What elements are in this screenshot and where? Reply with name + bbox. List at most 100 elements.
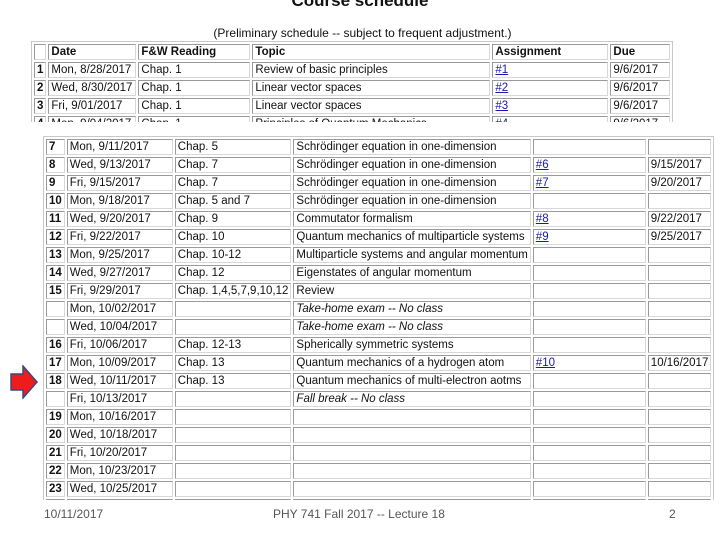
footer-page-number: 2 [669, 507, 676, 521]
table-row: 21 Fri, 10/20/2017 [46, 445, 712, 461]
row-due [647, 409, 712, 425]
row-topic: Commutator formalism [293, 211, 531, 227]
table-row: 12 Fri, 9/22/2017 Chap. 10 Quantum mechanic… [46, 229, 712, 245]
row-number: 1 [34, 62, 47, 78]
row-reading: Chap. 9 [174, 211, 292, 227]
row-date: Mon, 9/11/2017 [66, 139, 173, 155]
row-assignment [532, 373, 646, 389]
row-reading: Chap. 1 [138, 62, 251, 78]
row-date: Fri, 10/27/2017 [66, 499, 173, 500]
row-topic: Eigenstates of angular momentum [293, 265, 531, 281]
row-reading: Chap. 7 [174, 175, 292, 191]
row-number: 13 [46, 247, 65, 263]
row-assignment [532, 319, 646, 335]
row-number [46, 319, 65, 335]
row-due [647, 283, 712, 299]
footer-date: 10/11/2017 [44, 507, 104, 521]
row-topic: Linear vector spaces [252, 98, 491, 114]
row-topic: Multiparticle systems and angular moment… [293, 247, 531, 263]
row-due [647, 427, 712, 443]
row-due [647, 193, 712, 209]
row-due: 9/20/2017 [647, 175, 712, 191]
assignment-link[interactable]: #4 [495, 118, 508, 122]
row-topic: Take-home exam -- No class [293, 319, 531, 335]
table-row: 15 Fri, 9/29/2017 Chap. 1,4,5,7,9,10,12 Rev… [46, 283, 712, 299]
row-assignment [532, 445, 646, 461]
row-number: 12 [46, 229, 65, 245]
assignment-link[interactable]: #10 [536, 357, 555, 369]
row-topic: Linear vector spaces [252, 80, 491, 96]
row-due [647, 301, 712, 317]
assignment-link[interactable]: #8 [536, 213, 549, 225]
row-date: Mon, 10/23/2017 [66, 463, 173, 479]
schedule-table-main: 7 Mon, 9/11/2017 Chap. 5 Schrödinger equati… [43, 136, 715, 500]
row-due [647, 139, 712, 155]
page-subtitle: (Preliminary schedule -- subject to freq… [213, 26, 512, 40]
row-assignment [532, 481, 646, 497]
row-number: 19 [46, 409, 65, 425]
assignment-link[interactable]: #1 [495, 64, 508, 76]
row-date: Fri, 9/15/2017 [66, 175, 173, 191]
row-topic [293, 409, 531, 425]
row-number: 7 [46, 139, 65, 155]
table-row: 10 Mon, 9/18/2017 Chap. 5 and 7 Schrödinger… [46, 193, 712, 209]
row-assignment: #8 [532, 211, 646, 227]
row-topic: Schrödinger equation in one-dimension [293, 157, 531, 173]
row-number: 10 [46, 193, 65, 209]
row-topic: Quantum mechanics of multi-electron aotm… [293, 373, 531, 389]
row-assignment [532, 265, 646, 281]
row-date: Fri, 10/06/2017 [66, 337, 173, 353]
row-date: Wed, 9/13/2017 [66, 157, 173, 173]
table-row: 2 Wed, 8/30/2017 Chap. 1 Linear vector spac… [34, 80, 671, 96]
row-reading [174, 427, 292, 443]
assignment-link[interactable]: #7 [536, 177, 549, 189]
row-number: 2 [34, 80, 47, 96]
table-row: 13 Mon, 9/25/2017 Chap. 10-12 Multiparticle… [46, 247, 712, 263]
assignment-link[interactable]: #2 [495, 82, 508, 94]
row-topic: Quantum mechanics of a hydrogen atom [293, 355, 531, 371]
column-header-number [34, 44, 47, 60]
row-date: Wed, 10/25/2017 [66, 481, 173, 497]
row-due [647, 247, 712, 263]
row-due [647, 319, 712, 335]
row-due [647, 463, 712, 479]
row-assignment [532, 337, 646, 353]
row-reading: Chap. 12-13 [174, 337, 292, 353]
row-date: Fri, 9/29/2017 [66, 283, 173, 299]
row-reading: Chap. 1 [138, 116, 251, 122]
row-assignment [532, 139, 646, 155]
row-due [647, 481, 712, 497]
row-number: 16 [46, 337, 65, 353]
row-topic: Spherically symmetric systems [293, 337, 531, 353]
row-topic: Fall break -- No class [293, 391, 531, 407]
table-row: 23 Wed, 10/25/2017 [46, 481, 712, 497]
column-header-assignment: Assignment [492, 44, 609, 60]
row-reading [174, 481, 292, 497]
row-number: 3 [34, 98, 47, 114]
row-topic [293, 499, 531, 500]
column-header-topic: Topic [252, 44, 491, 60]
assignment-link[interactable]: #9 [536, 231, 549, 243]
row-due [647, 445, 712, 461]
schedule-table-top: Date F&W Reading Topic Assignment Due 1M… [31, 41, 674, 122]
row-date: Mon, 9/04/2017 [48, 116, 137, 122]
row-assignment [532, 193, 646, 209]
row-topic [293, 481, 531, 497]
row-number: 8 [46, 157, 65, 173]
row-reading: Chap. 1,4,5,7,9,10,12 [174, 283, 292, 299]
row-reading [174, 391, 292, 407]
row-date: Wed, 8/30/2017 [48, 80, 137, 96]
row-assignment [532, 463, 646, 479]
row-reading [174, 445, 292, 461]
row-reading: Chap. 13 [174, 373, 292, 389]
row-number: 4 [34, 116, 47, 122]
assignment-link[interactable]: #6 [536, 159, 549, 171]
row-reading [174, 409, 292, 425]
row-reading: Chap. 13 [174, 355, 292, 371]
row-assignment: #6 [532, 157, 646, 173]
row-due: 9/6/2017 [610, 98, 671, 114]
row-assignment [532, 391, 646, 407]
assignment-link[interactable]: #3 [495, 100, 508, 112]
row-number [46, 301, 65, 317]
row-reading: Chap. 12 [174, 265, 292, 281]
